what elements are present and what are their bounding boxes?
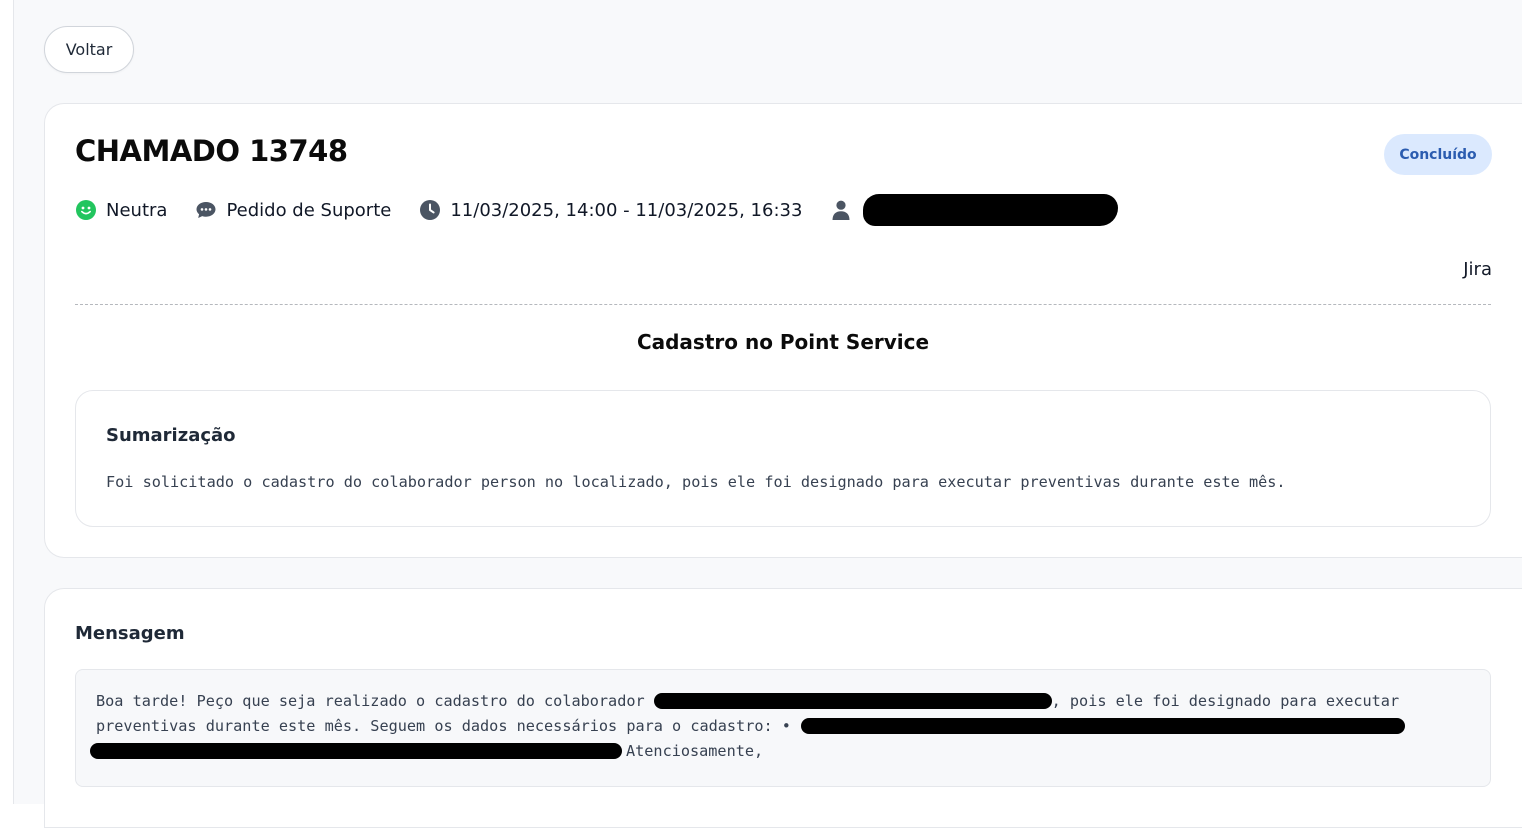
type-meta: Pedido de Suporte [195,199,391,221]
message-text-1b: , pois ele foi designado para executar [1051,692,1400,710]
back-button[interactable]: Voltar [44,26,134,73]
subject-title: Cadastro no Point Service [636,330,930,354]
message-line-1: Boa tarde! Peço que seja realizado o cad… [96,692,1399,710]
summary-heading: Sumarização [106,425,236,446]
sentiment-label: Neutra [106,199,168,221]
type-label: Pedido de Suporte [226,199,392,221]
period-label: 11/03/2025, 14:00 - 11/03/2025, 16:33 [450,199,803,221]
sentiment-meta: Neutra [75,199,167,221]
summary-box: Sumarização Foi solicitado o cadastro do… [75,390,1491,527]
divider [75,304,1491,305]
user-icon [830,199,852,221]
redacted-details [800,718,1405,734]
redacted-contact [90,743,622,759]
message-text-1a: Boa tarde! Peço que seja realizado o cad… [96,692,645,710]
message-box: Boa tarde! Peço que seja realizado o cad… [75,669,1491,787]
message-text-2a: preventivas durante este mês. Seguem os … [96,717,791,735]
redacted-user-name [863,194,1119,226]
clock-icon [419,199,441,221]
smile-icon [75,199,97,221]
message-heading: Mensagem [75,623,185,644]
message-text-3: Atenciosamente, [626,742,764,760]
message-card: Mensagem Boa tarde! Peço que seja realiz… [44,588,1522,828]
ticket-meta-row: Neutra Pedido de Suporte 11/03/2025, 14:… [75,194,1146,226]
source-label: Jira [1463,259,1492,280]
message-line-2: preventivas durante este mês. Seguem os … [96,717,1405,735]
period-meta: 11/03/2025, 14:00 - 11/03/2025, 16:33 [419,199,802,221]
chat-bubble-icon [195,199,217,221]
summary-text: Foi solicitado o cadastro do colaborador… [106,473,1286,491]
redacted-collaborator [653,693,1052,709]
status-badge: Concluído [1384,134,1492,175]
ticket-card: CHAMADO 13748 Concluído Neutra Pedido de… [44,103,1522,558]
user-meta [830,194,1119,226]
ticket-title: CHAMADO 13748 [75,134,348,168]
message-line-3: Atenciosamente, [90,742,763,760]
